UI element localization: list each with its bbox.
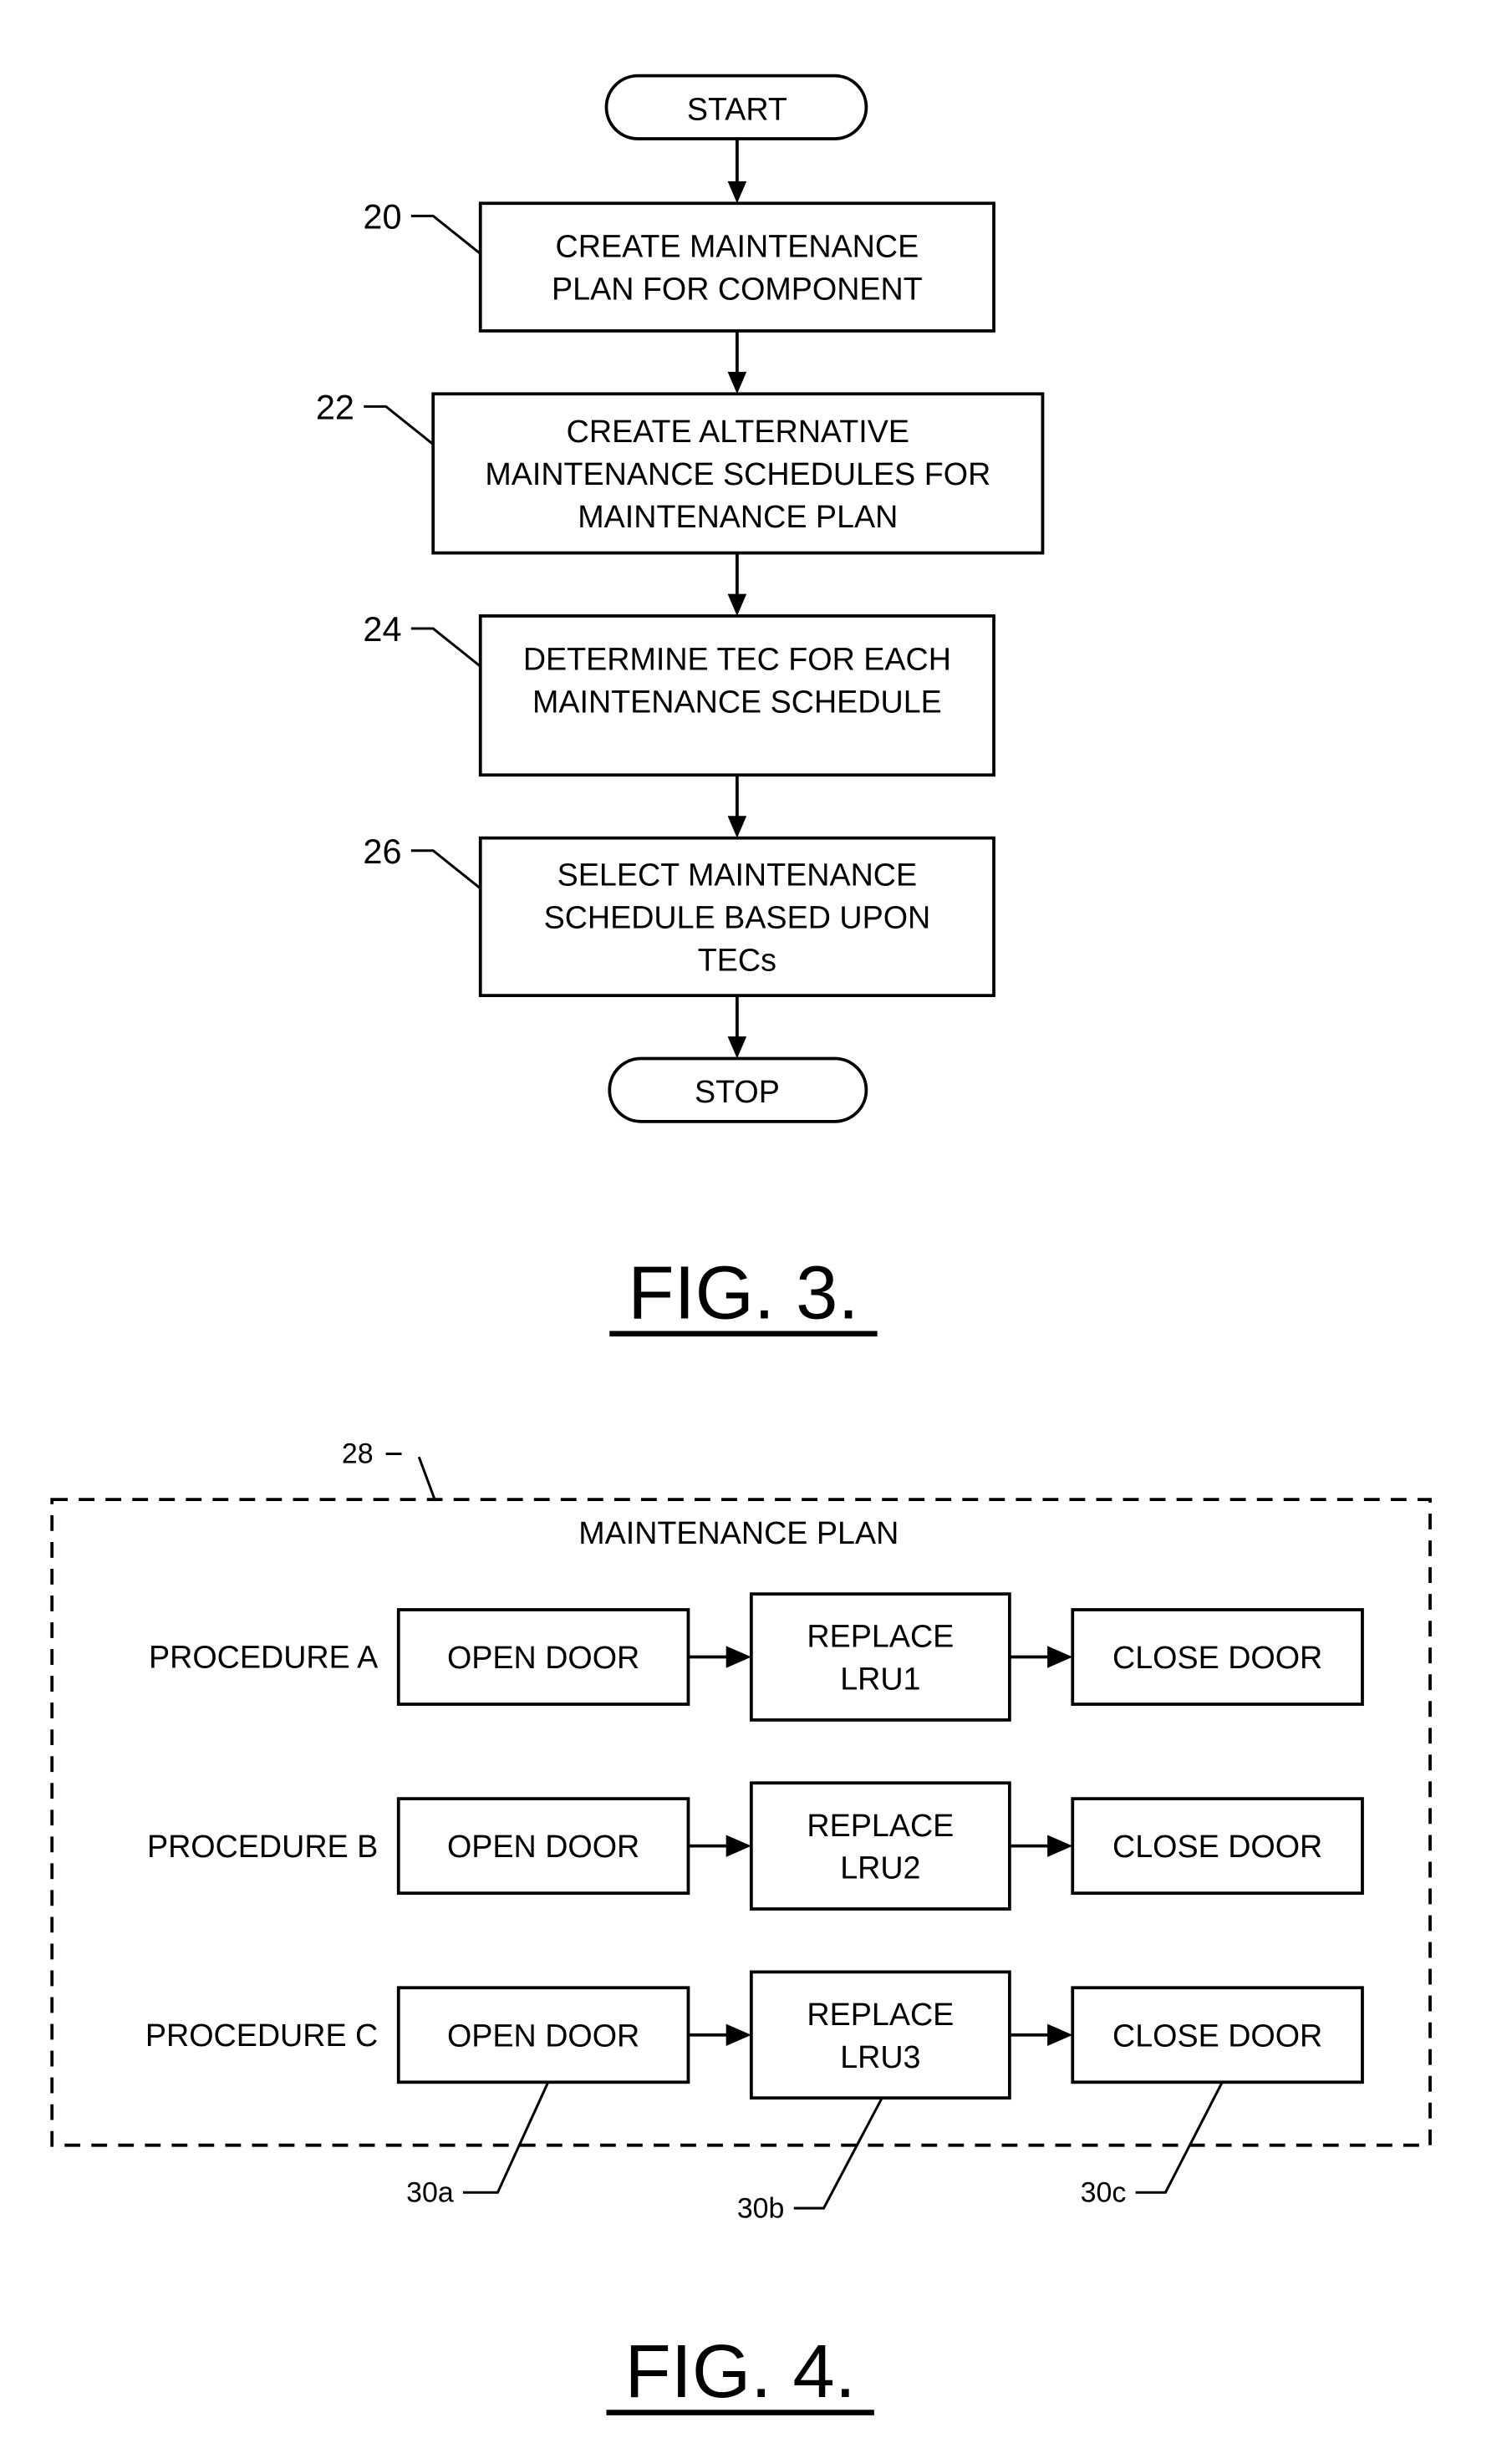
step-arrow — [688, 2023, 751, 2046]
maintenance-plan-title: MAINTENANCE PLAN — [578, 1515, 899, 1550]
process-text-line: MAINTENANCE SCHEDULE — [532, 684, 942, 719]
reference-numeral: 30b — [737, 2192, 785, 2224]
fig4-maintenance-plan: 28 MAINTENANCE PLAN PROCEDURE A OPEN DOOR RE… — [50, 1438, 1432, 2415]
step-text-line: OPEN DOOR — [447, 2018, 639, 2053]
flow-arrow — [727, 138, 747, 204]
leader-line — [410, 214, 481, 255]
figure-caption: FIG. 4. — [624, 2329, 855, 2414]
procedure-row-c: PROCEDURE C OPEN DOOR REPLACE LRU3 CLOSE DOO… — [145, 1970, 1364, 2100]
flow-arrow — [727, 775, 747, 838]
procedure-step: REPLACE LRU1 — [749, 1592, 1011, 1722]
reference-28: 28 — [342, 1438, 436, 1500]
caption-underline — [606, 2410, 874, 2415]
procedure-label: PROCEDURE A — [149, 1640, 379, 1675]
process-text-line: CREATE ALTERNATIVE — [567, 414, 909, 449]
procedure-label: PROCEDURE C — [145, 2018, 378, 2053]
figure-caption: FIG. 3. — [628, 1250, 858, 1335]
reference-30b: 30b — [737, 2097, 883, 2224]
procedure-step: REPLACE LRU2 — [749, 1781, 1011, 1911]
step-box — [749, 1592, 1011, 1722]
start-label: START — [687, 91, 787, 126]
procedure-step: CLOSE DOOR — [1071, 1797, 1364, 1896]
process-step-24: DETERMINE TEC FOR EACH MAINTENANCE SCHEDU… — [363, 609, 995, 777]
process-text-line: PLAN FOR COMPONENT — [552, 272, 923, 307]
procedure-row-b: PROCEDURE B OPEN DOOR REPLACE LRU2 CLOSE DOO… — [147, 1781, 1364, 1911]
procedure-step: CLOSE DOOR — [1071, 1608, 1364, 1706]
step-text-line: LRU3 — [840, 2039, 920, 2074]
arrow-head-icon — [725, 1835, 751, 1857]
procedure-step: OPEN DOOR — [396, 1797, 690, 1896]
patent-drawing: START CREATE MAINTENANCE PLAN FOR COMPONEN… — [50, 74, 1432, 2415]
step-text-line: OPEN DOOR — [447, 1829, 639, 1864]
process-text-line: SCHEDULE BASED UPON — [544, 899, 931, 934]
process-text-line: CREATE MAINTENANCE — [556, 229, 919, 264]
reference-numeral: 22 — [316, 387, 354, 426]
flow-arrow — [727, 552, 747, 616]
process-text-line: TECs — [698, 942, 776, 977]
flow-arrow — [727, 995, 747, 1059]
procedure-row-a: PROCEDURE A OPEN DOOR REPLACE LRU1 CLOSE DOO… — [149, 1592, 1364, 1722]
leader-line — [410, 849, 481, 890]
caption-underline — [609, 1331, 878, 1337]
step-text-line: LRU1 — [840, 1662, 920, 1697]
step-text-line: REPLACE — [807, 1808, 954, 1843]
step-text-line: OPEN DOOR — [447, 1640, 639, 1675]
arrow-head-icon — [725, 2023, 751, 2046]
step-arrow — [1009, 1646, 1073, 1668]
fig3-flowchart: START CREATE MAINTENANCE PLAN FOR COMPONEN… — [316, 74, 1045, 1337]
arrow-head-icon — [1047, 1646, 1073, 1668]
step-text-line: CLOSE DOOR — [1112, 1829, 1322, 1864]
step-text-line: REPLACE — [807, 1997, 954, 2032]
arrow-head-icon — [727, 816, 747, 838]
process-text-line: MAINTENANCE PLAN — [578, 499, 898, 534]
fig3-caption: FIG. 3. — [609, 1250, 878, 1337]
reference-numeral: 30a — [406, 2177, 454, 2209]
process-step-26: SELECT MAINTENANCE SCHEDULE BASED UPON TEC… — [363, 832, 995, 997]
step-text-line: CLOSE DOOR — [1112, 2018, 1322, 2053]
leader-line — [463, 2081, 550, 2194]
fig4-caption: FIG. 4. — [606, 2329, 874, 2415]
process-step-20: CREATE MAINTENANCE PLAN FOR COMPONENT 20 — [363, 196, 995, 333]
arrow-head-icon — [1047, 2023, 1073, 2046]
stop-label: STOP — [695, 1074, 780, 1109]
step-arrow — [1009, 1835, 1073, 1857]
reference-numeral: 28 — [342, 1438, 374, 1470]
process-step-22: CREATE ALTERNATIVE MAINTENANCE SCHEDULES … — [316, 387, 1045, 555]
flow-arrow — [727, 330, 747, 394]
leader-line — [385, 1452, 436, 1500]
step-box — [749, 1781, 1011, 1911]
arrow-head-icon — [727, 181, 747, 204]
step-arrow — [688, 1646, 751, 1668]
reference-numeral: 24 — [363, 609, 401, 649]
step-text-line: CLOSE DOOR — [1112, 1640, 1322, 1675]
start-terminal: START — [604, 74, 868, 140]
arrow-head-icon — [1047, 1835, 1073, 1857]
arrow-head-icon — [727, 1036, 747, 1059]
procedure-step: REPLACE LRU3 — [749, 1970, 1011, 2100]
procedure-step: OPEN DOOR — [396, 1608, 690, 1706]
leader-line — [1135, 2081, 1224, 2194]
arrow-head-icon — [727, 371, 747, 394]
procedure-step: CLOSE DOOR — [1071, 1986, 1364, 2084]
leader-line — [364, 405, 435, 445]
leader-line — [793, 2097, 883, 2210]
step-arrow — [1009, 2023, 1073, 2046]
step-text-line: LRU2 — [840, 1850, 920, 1886]
arrow-head-icon — [727, 593, 747, 616]
process-box — [478, 201, 995, 333]
procedure-step: OPEN DOOR — [396, 1986, 690, 2084]
process-text-line: MAINTENANCE SCHEDULES FOR — [485, 456, 990, 491]
reference-numeral: 30c — [1081, 2177, 1127, 2209]
arrow-head-icon — [725, 1646, 751, 1668]
stop-terminal: STOP — [608, 1056, 868, 1123]
reference-numeral: 26 — [363, 832, 401, 871]
procedure-label: PROCEDURE B — [147, 1829, 378, 1864]
step-text-line: REPLACE — [807, 1619, 954, 1654]
process-text-line: SELECT MAINTENANCE — [557, 858, 918, 893]
reference-numeral: 20 — [363, 196, 401, 236]
leader-line — [410, 627, 481, 668]
step-box — [749, 1970, 1011, 2100]
step-arrow — [688, 1835, 751, 1857]
process-text-line: DETERMINE TEC FOR EACH — [523, 641, 951, 676]
